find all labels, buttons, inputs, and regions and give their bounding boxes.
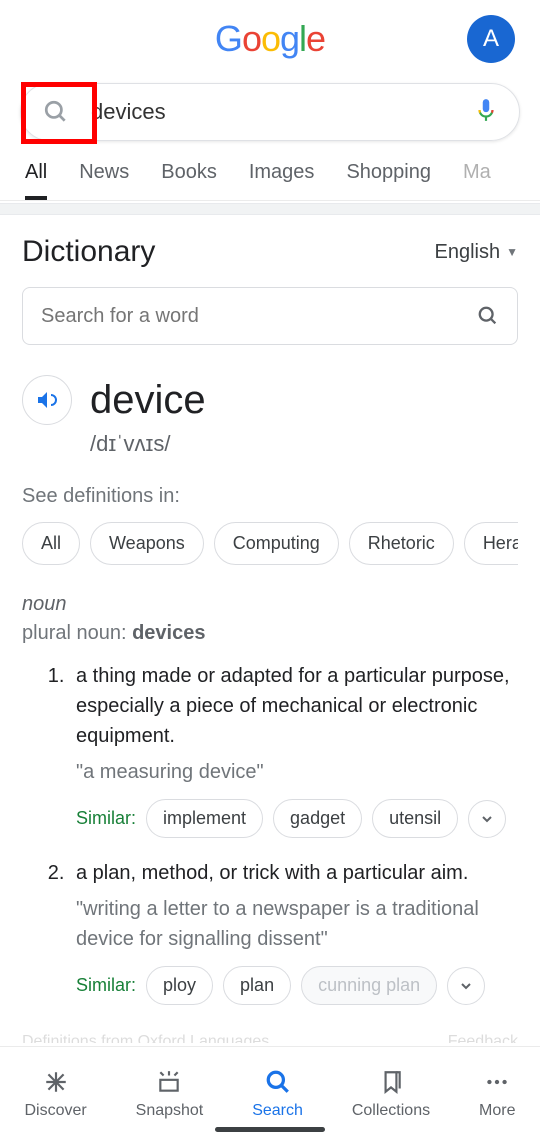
similar-label: Similar: xyxy=(76,975,136,996)
definition-example: "a measuring device" xyxy=(76,757,518,787)
language-selector[interactable]: English ▼ xyxy=(435,241,519,264)
chevron-down-icon: ▼ xyxy=(506,245,518,259)
account-avatar[interactable]: A xyxy=(467,15,515,63)
tab-all[interactable]: All xyxy=(25,161,47,200)
similar-chip[interactable]: cunning plan xyxy=(301,966,437,1005)
definition-text: a plan, method, or trick with a particul… xyxy=(76,858,518,888)
more-icon xyxy=(484,1069,510,1095)
chevron-down-icon xyxy=(479,811,495,827)
dictionary-title: Dictionary xyxy=(22,235,155,269)
home-indicator xyxy=(215,1127,325,1132)
language-label: English xyxy=(435,241,501,264)
tab-images[interactable]: Images xyxy=(249,161,315,200)
search-bar[interactable] xyxy=(20,83,520,141)
similar-chip[interactable]: plan xyxy=(223,966,291,1005)
chip-all[interactable]: All xyxy=(22,522,80,565)
nav-search[interactable]: Search xyxy=(252,1068,303,1120)
feedback-link[interactable]: Feedback xyxy=(448,1033,518,1043)
similar-label: Similar: xyxy=(76,808,136,829)
bookmark-icon xyxy=(378,1069,404,1095)
definition-2: a plan, method, or trick with a particul… xyxy=(70,858,518,1005)
nav-discover[interactable]: Discover xyxy=(24,1068,86,1120)
dictionary-search-input[interactable] xyxy=(41,305,477,328)
nav-more[interactable]: More xyxy=(479,1068,515,1120)
asterisk-icon xyxy=(43,1069,69,1095)
similar-chip[interactable]: gadget xyxy=(273,799,362,838)
search-icon xyxy=(265,1069,291,1095)
nav-collections[interactable]: Collections xyxy=(352,1068,430,1120)
google-logo: Google xyxy=(215,18,325,60)
definition-example: "writing a letter to a newspaper is a tr… xyxy=(76,894,518,954)
part-of-speech: noun xyxy=(22,593,518,616)
similar-chip[interactable]: implement xyxy=(146,799,263,838)
mic-icon[interactable] xyxy=(473,97,499,128)
similar-chip[interactable]: ploy xyxy=(146,966,213,1005)
definition-text: a thing made or adapted for a particular… xyxy=(76,661,518,751)
expand-button[interactable] xyxy=(447,967,485,1005)
see-definitions-label: See definitions in: xyxy=(22,485,518,508)
chip-rhetoric[interactable]: Rhetoric xyxy=(349,522,454,565)
pronunciation: /dɪˈvʌɪs/ xyxy=(90,431,518,457)
plural-label: plural noun: devices xyxy=(22,622,518,645)
expand-button[interactable] xyxy=(468,800,506,838)
source-label: Definitions from Oxford Languages xyxy=(22,1033,269,1043)
dictionary-search[interactable] xyxy=(22,287,518,345)
nav-snapshot[interactable]: Snapshot xyxy=(136,1068,204,1120)
headword: device xyxy=(90,378,206,423)
search-tabs: All News Books Images Shopping Ma xyxy=(0,141,540,201)
search-input[interactable] xyxy=(91,99,473,125)
search-icon-highlight-box xyxy=(21,82,97,144)
tab-shopping[interactable]: Shopping xyxy=(346,161,431,200)
definition-1: a thing made or adapted for a particular… xyxy=(70,661,518,838)
snapshot-icon xyxy=(156,1069,182,1095)
speaker-icon xyxy=(35,388,59,412)
chip-computing[interactable]: Computing xyxy=(214,522,339,565)
tab-news[interactable]: News xyxy=(79,161,129,200)
search-icon[interactable] xyxy=(477,305,499,327)
tab-more-cut[interactable]: Ma xyxy=(463,161,491,200)
separator-bar xyxy=(0,203,540,215)
bottom-nav: Discover Snapshot Search Collections Mor… xyxy=(0,1046,540,1134)
chip-weapons[interactable]: Weapons xyxy=(90,522,204,565)
tab-books[interactable]: Books xyxy=(161,161,217,200)
chevron-down-icon xyxy=(458,978,474,994)
chip-heraldry[interactable]: Heraldry xyxy=(464,522,518,565)
pronounce-button[interactable] xyxy=(22,375,72,425)
category-chips: All Weapons Computing Rhetoric Heraldry xyxy=(22,522,518,565)
similar-chip[interactable]: utensil xyxy=(372,799,458,838)
